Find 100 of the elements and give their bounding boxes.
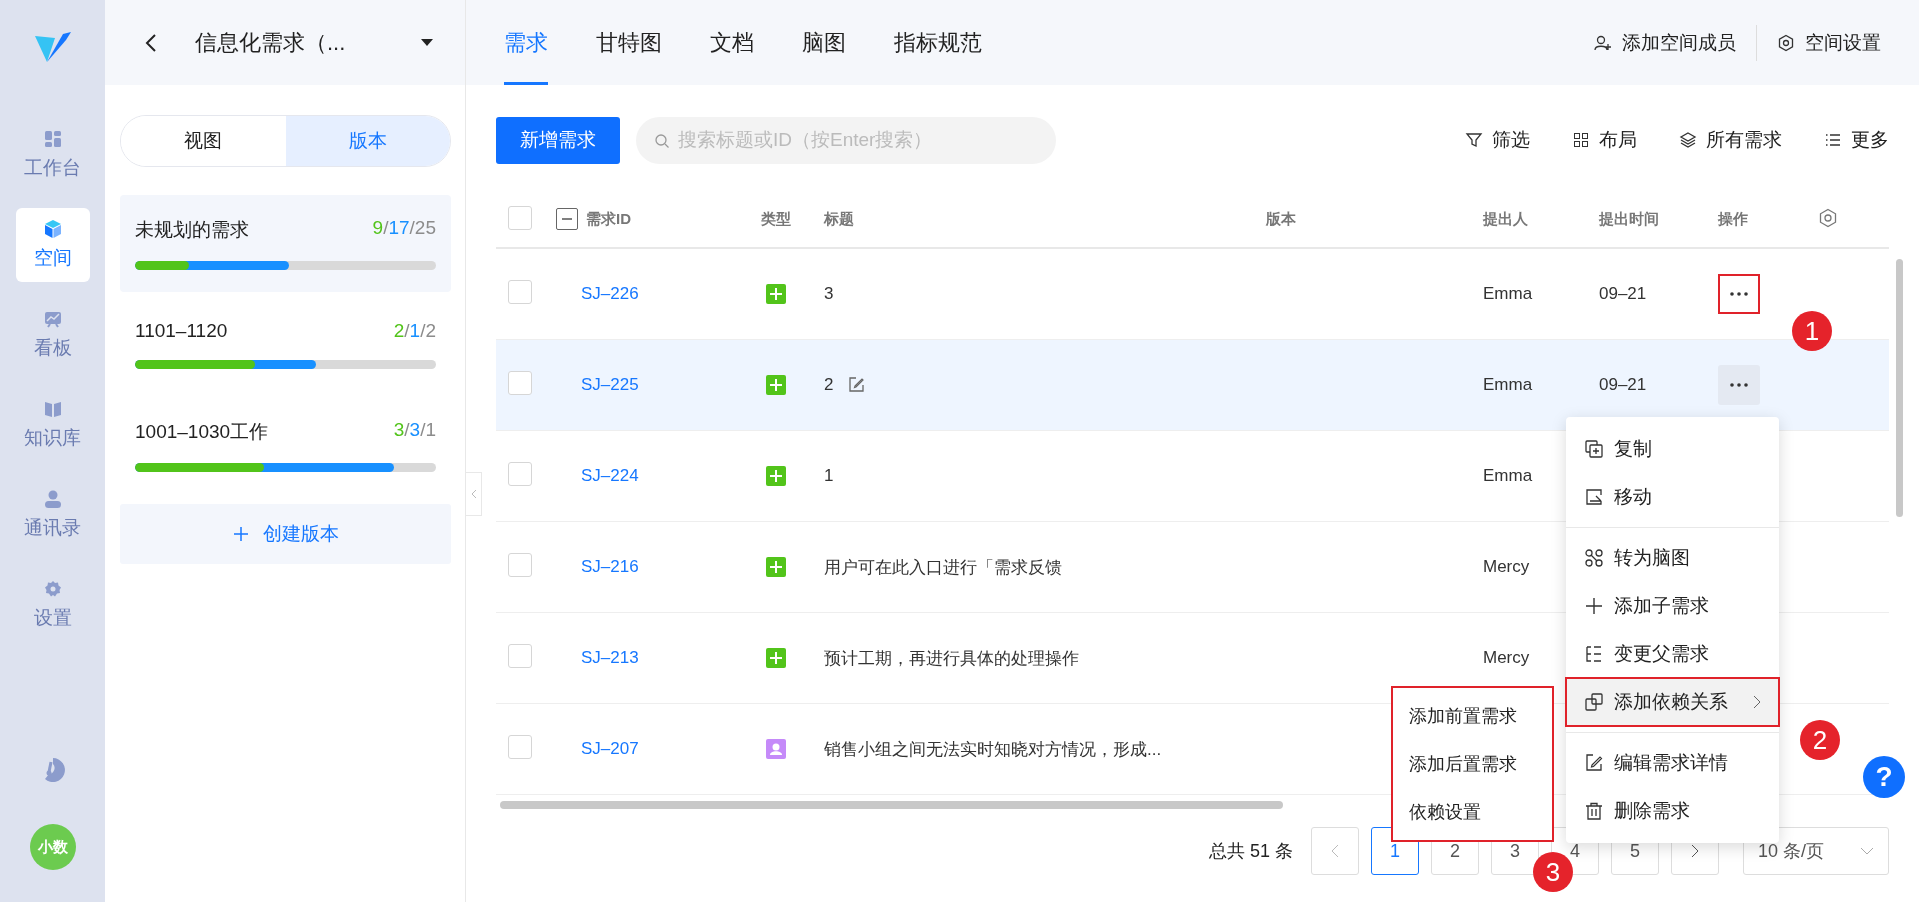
table-row[interactable]: SJ–216 用户可在此入口进行「需求反馈 Mercy [496, 522, 1563, 612]
help-button[interactable]: ? [1863, 756, 1905, 798]
row-checkbox[interactable] [508, 461, 532, 486]
vertical-scrollbar[interactable] [1896, 259, 1903, 517]
layers-icon [1679, 131, 1697, 149]
layout-button[interactable]: 布局 [1572, 127, 1637, 153]
chart-board-icon [42, 309, 63, 329]
nav-tab[interactable]: 需求 [504, 0, 548, 85]
search-icon [654, 132, 670, 149]
space-settings-button[interactable]: 空间设置 [1777, 29, 1881, 56]
version-name: 1001–1030工作 [135, 420, 269, 444]
plus-icon [232, 526, 249, 542]
menu-item[interactable]: 添加依赖关系 [1566, 678, 1779, 726]
requirement-id-link[interactable]: SJ–213 [581, 648, 639, 668]
chevron-left-icon [470, 489, 477, 499]
title-cell: 2 [824, 375, 834, 395]
list-icon [1584, 644, 1604, 664]
title-cell-text: 销售小组之间无法实时知晓对方情况，形成... [824, 738, 1162, 761]
caret-icon[interactable] [421, 38, 433, 47]
menu-item[interactable]: 编辑需求详情 [1566, 739, 1779, 787]
row-checkbox[interactable] [508, 279, 532, 304]
squares-icon [1584, 692, 1604, 712]
trash-icon [1584, 801, 1604, 821]
more-actions-button[interactable] [1718, 274, 1760, 314]
nav-tab[interactable]: 文档 [710, 0, 754, 85]
version-counts: 3/3/1 [393, 419, 436, 442]
requirement-id-link[interactable]: SJ–225 [581, 375, 639, 395]
more-button[interactable]: 更多 [1824, 127, 1889, 153]
version-card[interactable]: 1001–1030工作 3/3/1 [120, 397, 451, 494]
menu-item[interactable]: 变更父需求 [1566, 630, 1779, 678]
grid-icon [42, 129, 63, 149]
collapse-all-icon[interactable] [556, 208, 578, 230]
filter-icon [1465, 131, 1483, 149]
add-person-icon [1594, 33, 1612, 52]
table-row[interactable]: SJ–226 3 Emma [496, 249, 1563, 339]
table-row[interactable]: SJ–224 1 Emma [496, 431, 1563, 521]
search-field[interactable]: 搜索标题或ID（按Enter搜索） [636, 116, 1056, 164]
requirement-id-link[interactable]: SJ–226 [581, 284, 639, 304]
back-icon[interactable] [145, 32, 157, 53]
row-checkbox[interactable] [508, 552, 532, 577]
title-cell: 1 [824, 466, 834, 486]
select-all-checkbox[interactable] [508, 205, 532, 230]
filter-button[interactable]: 筛选 [1465, 127, 1530, 153]
table-row[interactable]: SJ–207 销售小组之间无法实时知晓对方情况，形成... [496, 704, 1266, 794]
menu-item[interactable]: 转为脑图 [1566, 534, 1779, 582]
more-actions-button[interactable] [1718, 365, 1760, 405]
menu-item[interactable]: 移动 [1566, 473, 1779, 521]
time-cell: 09–21 [1599, 284, 1647, 303]
submenu-item[interactable]: 添加后置需求 [1393, 740, 1552, 788]
list-icon [1824, 131, 1842, 149]
switch-tab[interactable]: 版本 [285, 116, 450, 166]
submitter-cell: Emma [1483, 375, 1533, 394]
column-header: 操作 [1718, 209, 1748, 227]
plus-icon [1584, 596, 1604, 616]
step-badge: 1 [1792, 311, 1832, 351]
submitter-cell: Emma [1483, 466, 1533, 485]
requirement-id-link[interactable]: SJ–224 [581, 466, 639, 486]
row-checkbox[interactable] [508, 370, 532, 395]
requirement-id-link[interactable]: SJ–216 [581, 557, 639, 577]
book-icon [42, 399, 63, 419]
title-cell: 3 [824, 284, 834, 304]
column-header: 版本 [1266, 209, 1296, 227]
settings-icon [1777, 33, 1795, 52]
edit-icon[interactable] [847, 376, 866, 394]
table-row[interactable]: SJ–225 2 Emma 09–21 [496, 340, 1889, 431]
version-card[interactable]: 未规划的需求 9/17/25 [120, 195, 451, 292]
chevron-right-icon [1691, 844, 1699, 858]
row-checkbox[interactable] [508, 643, 532, 668]
add-requirement-button[interactable]: 新增需求 [496, 116, 620, 164]
version-counts: 2/1/2 [393, 320, 436, 342]
horizontal-scrollbar[interactable] [500, 801, 1283, 809]
create-version-button[interactable]: 创建版本 [120, 504, 451, 564]
title-cell-text: 预计工期，再进行具体的处理操作 [824, 647, 1079, 670]
nav-tab[interactable]: 甘特图 [596, 0, 662, 85]
previous-page-button[interactable] [1311, 827, 1359, 875]
grid-icon [1572, 131, 1590, 149]
settings-icon[interactable] [1818, 207, 1838, 228]
more-icon [1730, 292, 1748, 296]
version-name: 1101–1120 [135, 320, 228, 342]
nav-tab[interactable]: 脑图 [802, 0, 846, 85]
person-icon [42, 489, 63, 509]
title-cell-text: 用户可在此入口进行「需求反馈 [824, 556, 1062, 579]
column-header: 提出时间 [1599, 209, 1659, 227]
edit-icon [1584, 753, 1604, 773]
version-counts: 9/17/25 [372, 217, 436, 240]
column-header: 类型 [761, 209, 791, 229]
submitter-cell: Mercy [1483, 648, 1530, 667]
step-badge: 2 [1800, 720, 1840, 760]
nav-tab[interactable]: 指标规范 [894, 0, 982, 85]
gear-icon [42, 579, 63, 599]
menu-item[interactable]: 添加子需求 [1566, 582, 1779, 630]
export-icon [1584, 487, 1604, 507]
rail-nav-item[interactable]: 空间 [15, 208, 90, 282]
add-member-button[interactable]: 添加空间成员 [1594, 29, 1736, 56]
collapse-handle[interactable] [466, 472, 482, 516]
requirement-id-link[interactable]: SJ–207 [581, 739, 639, 759]
all-requirements-button[interactable]: 所有需求 [1679, 127, 1782, 153]
row-checkbox[interactable] [508, 734, 532, 759]
version-card[interactable]: 1101–1120 2/1/2 [120, 298, 451, 391]
version-name: 未规划的需求 [135, 218, 249, 242]
